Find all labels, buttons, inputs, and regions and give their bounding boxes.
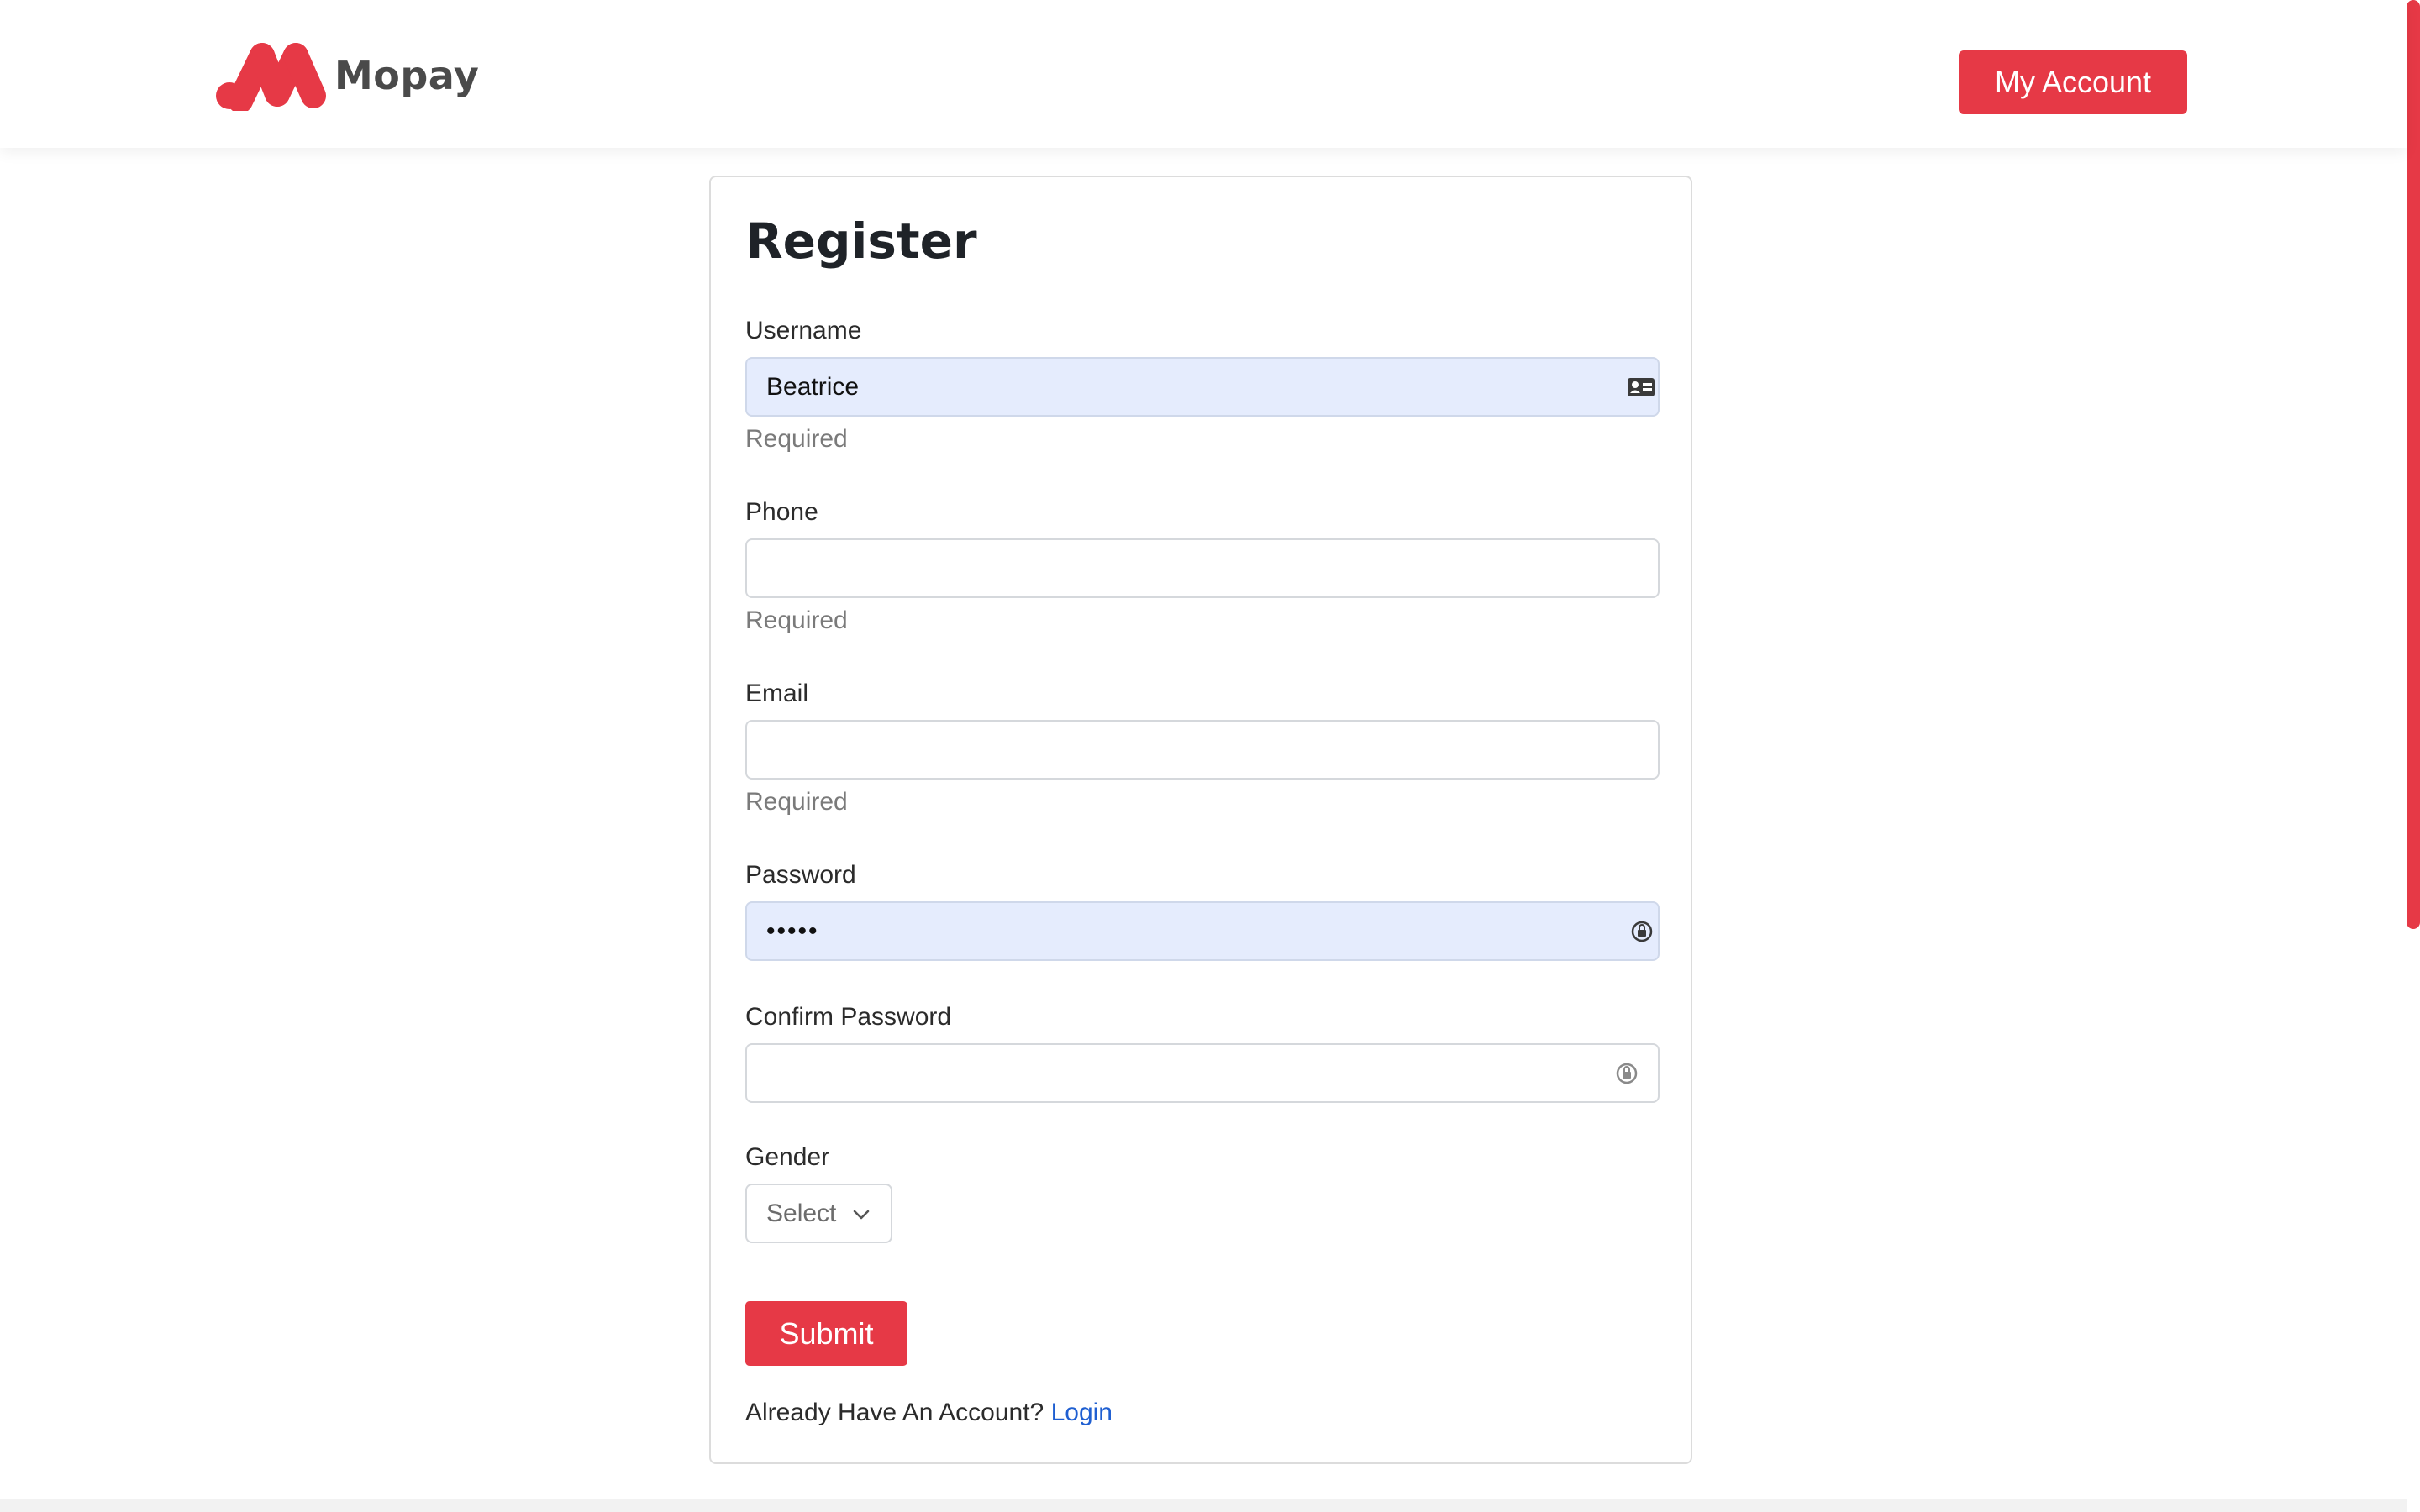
email-help: Required bbox=[745, 788, 848, 816]
phone-field-wrapper bbox=[745, 538, 1660, 598]
gender-select-value: Select bbox=[766, 1199, 837, 1227]
password-input[interactable] bbox=[747, 903, 1658, 959]
gender-select[interactable]: Select bbox=[745, 1184, 892, 1243]
login-link[interactable]: Login bbox=[1051, 1399, 1113, 1426]
submit-button[interactable]: Submit bbox=[745, 1301, 908, 1366]
register-card: Register Username Required Phone Require… bbox=[709, 176, 1692, 1464]
brand-name: Mopay bbox=[334, 53, 480, 98]
phone-help: Required bbox=[745, 606, 848, 634]
phone-input[interactable] bbox=[747, 540, 1658, 596]
confirm-password-field-wrapper bbox=[745, 1043, 1660, 1103]
password-field-wrapper bbox=[745, 901, 1660, 961]
username-label: Username bbox=[745, 317, 862, 344]
scrollbar-thumb[interactable] bbox=[2407, 0, 2420, 929]
email-input[interactable] bbox=[747, 722, 1658, 778]
confirm-password-input[interactable] bbox=[747, 1045, 1658, 1101]
gender-label: Gender bbox=[745, 1143, 830, 1171]
username-input[interactable] bbox=[747, 359, 1658, 415]
my-account-button[interactable]: My Account bbox=[1959, 50, 2187, 114]
mopay-logo-icon bbox=[216, 43, 326, 111]
email-field-wrapper bbox=[745, 720, 1660, 780]
page-title: Register bbox=[745, 213, 977, 270]
email-label: Email bbox=[745, 680, 809, 707]
password-label: Password bbox=[745, 861, 856, 889]
page-footer-strip bbox=[0, 1499, 2407, 1512]
contact-card-icon[interactable] bbox=[1626, 375, 1656, 399]
password-manager-icon[interactable] bbox=[1614, 1061, 1639, 1086]
username-help: Required bbox=[745, 425, 848, 453]
brand-logo[interactable]: Mopay bbox=[215, 37, 479, 114]
phone-label: Phone bbox=[745, 498, 818, 526]
password-manager-icon[interactable] bbox=[1629, 919, 1655, 944]
username-field-wrapper bbox=[745, 357, 1660, 417]
login-prompt: Already Have An Account? Login bbox=[745, 1399, 1113, 1427]
navbar: Mopay My Account bbox=[0, 0, 2407, 148]
confirm-password-label: Confirm Password bbox=[745, 1003, 952, 1031]
login-prompt-text: Already Have An Account? bbox=[745, 1399, 1044, 1426]
chevron-down-icon bbox=[853, 1210, 870, 1220]
